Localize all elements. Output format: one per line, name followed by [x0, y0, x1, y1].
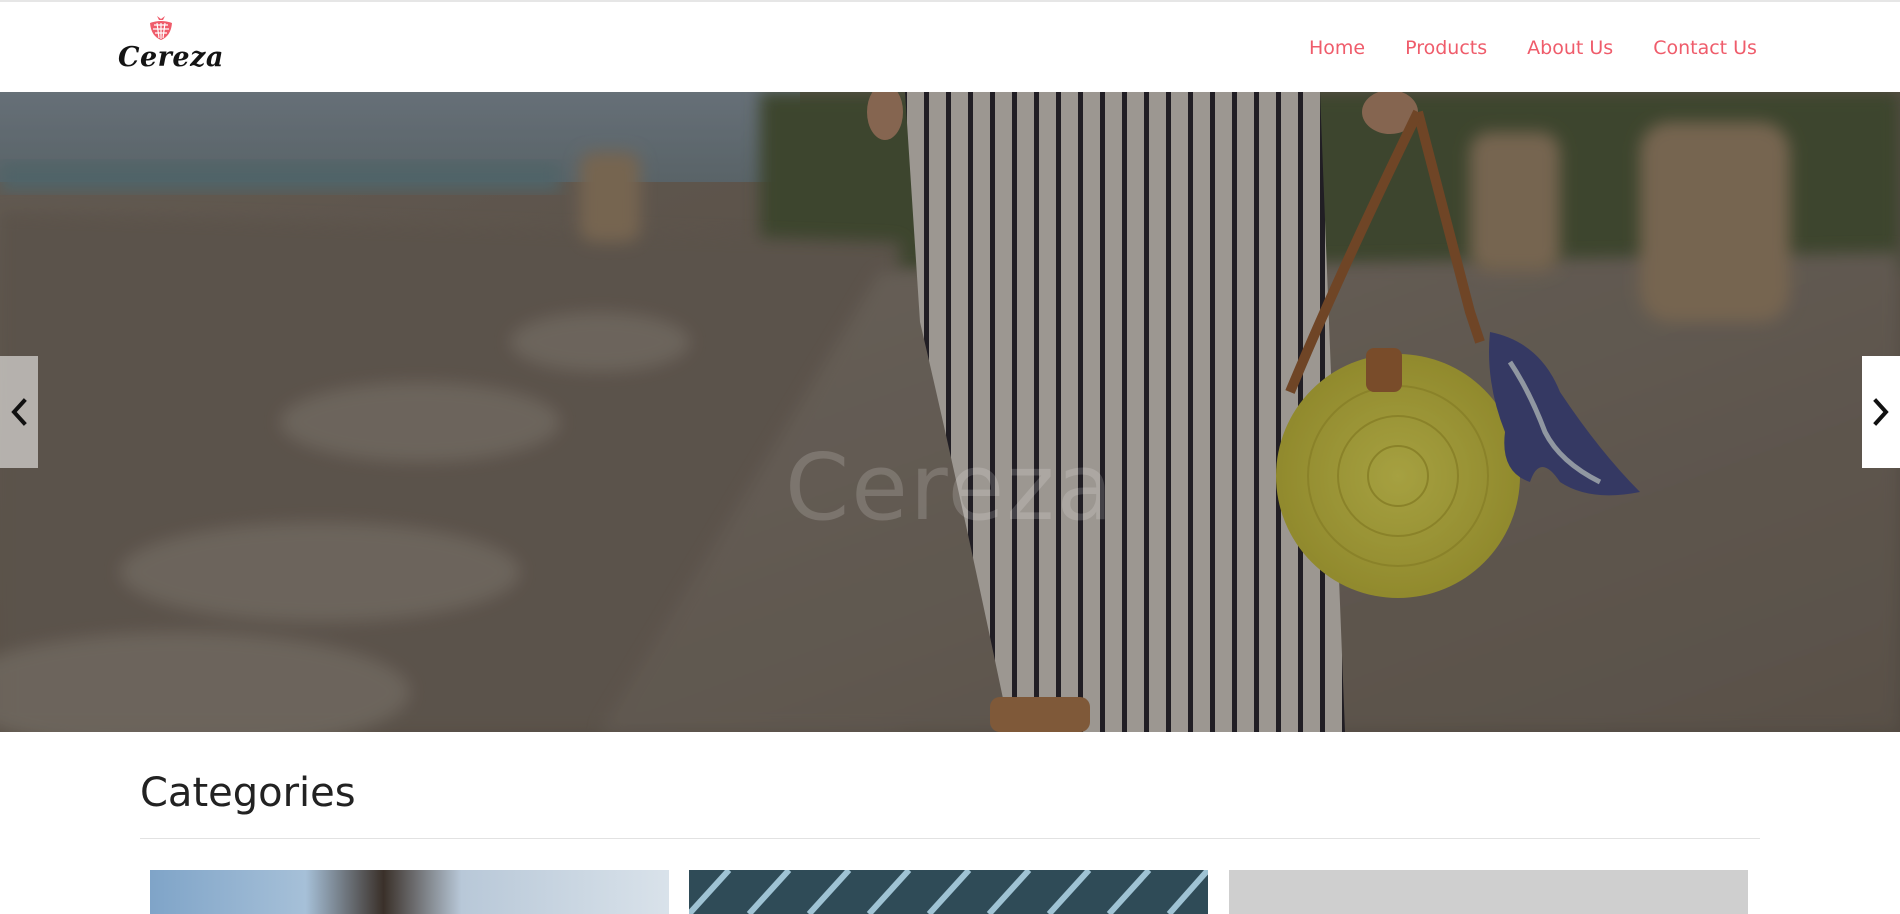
hero-image	[0, 92, 1900, 732]
chevron-left-icon	[11, 398, 27, 426]
category-card-2[interactable]	[689, 870, 1208, 914]
nav-home[interactable]: Home	[1309, 34, 1365, 62]
category-image-2	[689, 870, 1208, 914]
categories-divider	[140, 838, 1760, 839]
carousel-prev-button[interactable]	[0, 356, 38, 468]
carousel-next-button[interactable]	[1862, 356, 1900, 468]
category-card-3[interactable]	[1229, 870, 1748, 914]
hero-carousel: Cereza	[0, 92, 1900, 732]
strawberry-basket-icon	[150, 16, 172, 40]
main-nav: Home Products About Us Contact Us	[1309, 34, 1757, 62]
nav-about-us[interactable]: About Us	[1527, 34, 1613, 62]
hero-overlay-text: Cereza	[785, 434, 1115, 541]
categories-heading: Categories	[140, 770, 356, 816]
chevron-right-icon	[1873, 398, 1889, 426]
category-card-1[interactable]	[150, 870, 669, 914]
nav-contact-us[interactable]: Contact Us	[1653, 34, 1757, 62]
brand-name: Cereza	[118, 42, 224, 73]
site-header: Cereza Home Products About Us Contact Us	[0, 2, 1900, 92]
brand-logo[interactable]: Cereza	[118, 12, 224, 76]
category-cards	[150, 870, 1750, 914]
nav-products[interactable]: Products	[1405, 34, 1487, 62]
